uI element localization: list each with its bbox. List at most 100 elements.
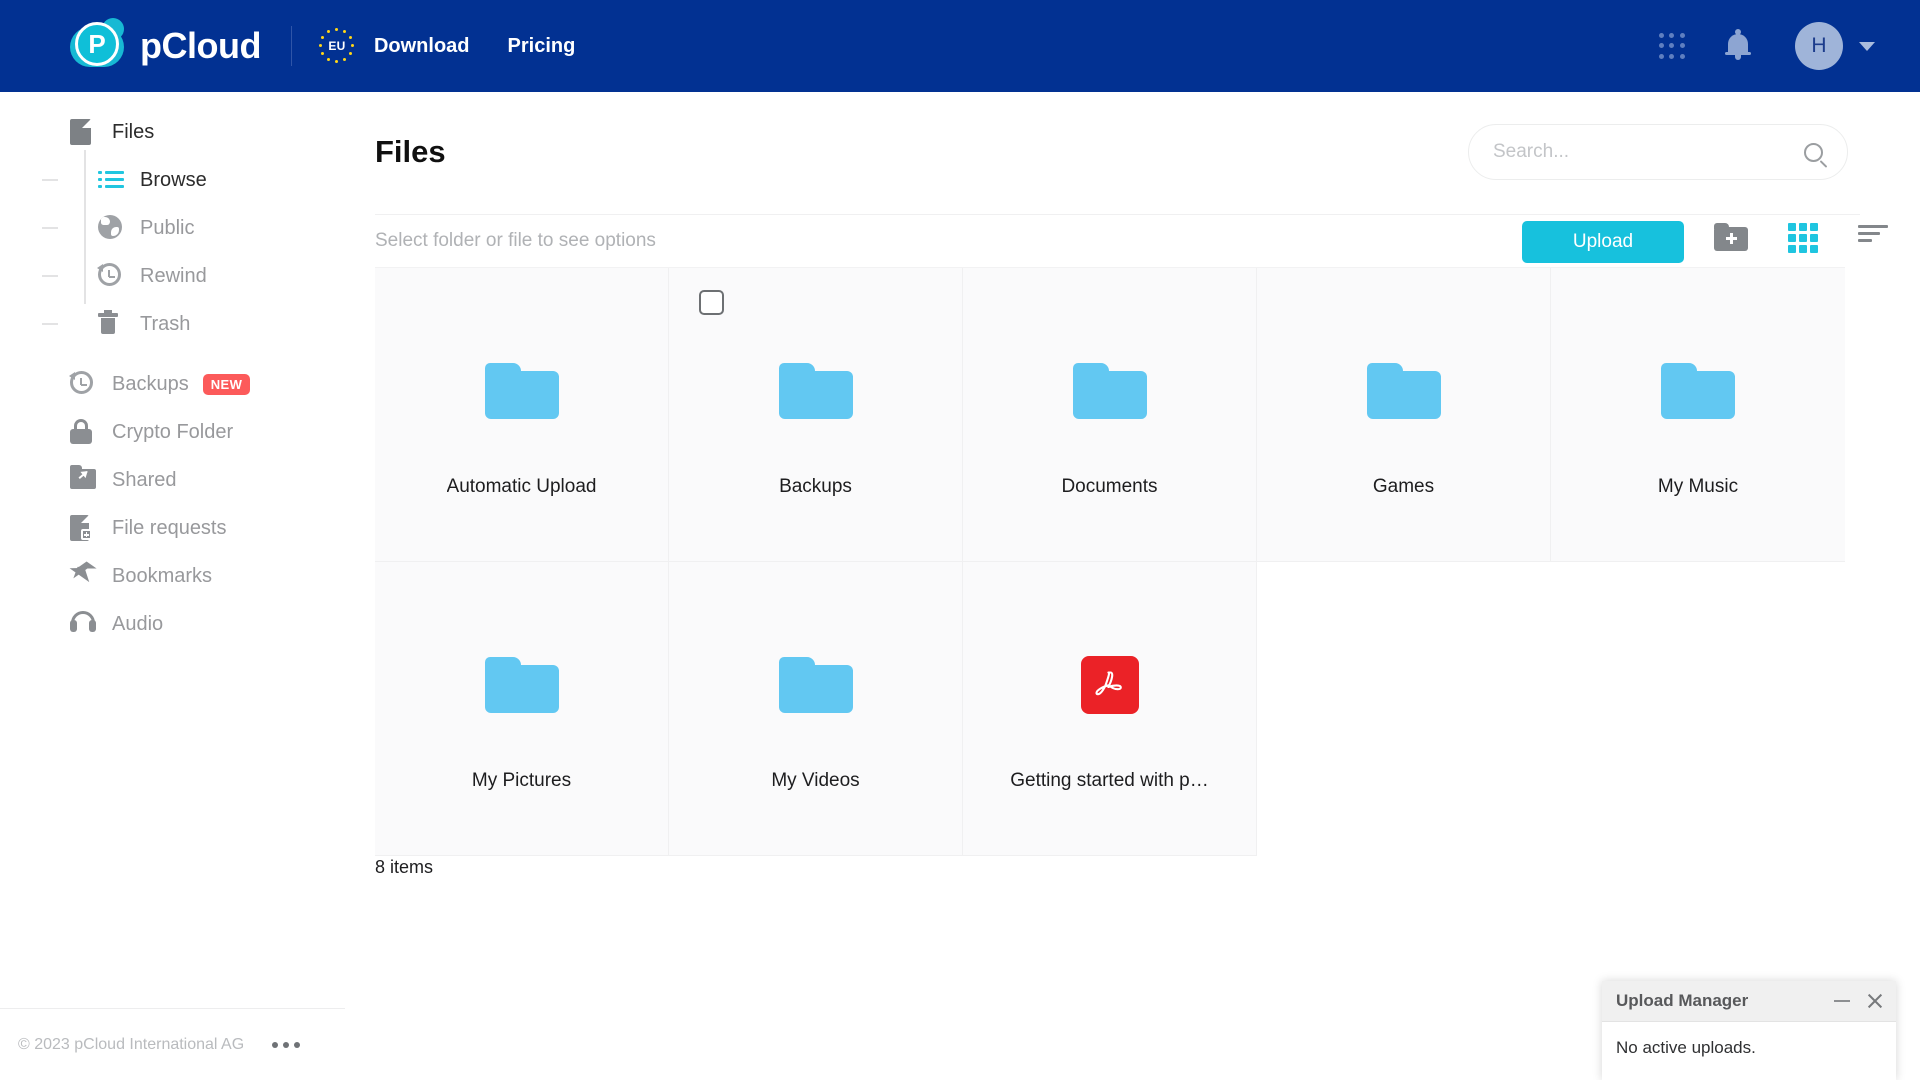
file-tile[interactable]: Documents <box>963 268 1257 562</box>
copyright-text: © 2023 pCloud International AG <box>18 1035 245 1053</box>
new-folder-icon[interactable] <box>1714 223 1748 251</box>
file-tile-label: Backups <box>779 476 852 497</box>
rewind-icon <box>69 371 96 397</box>
sidebar-item-audio[interactable]: Audio <box>0 600 345 648</box>
status-badge-new: NEW <box>202 373 251 395</box>
main-content: Files Select folder or file to see optio… <box>345 92 1920 1080</box>
file-tile-label: Games <box>1372 476 1435 497</box>
file-tile-label: My Pictures <box>471 770 572 791</box>
file-request-icon <box>70 515 96 541</box>
sidebar-item-browse[interactable]: Browse <box>28 156 345 204</box>
file-tile-empty <box>1257 562 1551 856</box>
page-title: Files <box>375 134 446 169</box>
upload-button[interactable]: Upload <box>1522 221 1684 263</box>
file-icon <box>70 119 96 145</box>
sidebar-item-label: Crypto Folder <box>112 420 234 443</box>
headphones-icon <box>70 611 96 637</box>
sidebar-item-label: Shared <box>112 468 177 491</box>
avatar[interactable]: H <box>1795 22 1843 70</box>
close-icon[interactable] <box>1866 992 1884 1010</box>
file-tile[interactable]: Games <box>1257 268 1551 562</box>
file-grid: Automatic Upload Backups Documents Games <box>375 267 1845 856</box>
file-tile-label: Documents <box>1061 476 1158 497</box>
star-icon <box>69 560 96 589</box>
sidebar-main-items: Backups NEW Crypto Folder Shared File re… <box>0 360 345 648</box>
sidebar-item-label: Audio <box>112 612 164 635</box>
file-tile-label: Automatic Upload <box>446 476 597 497</box>
search-box[interactable] <box>1468 124 1848 180</box>
file-tile-empty <box>1551 562 1845 856</box>
upload-manager-title: Upload Manager <box>1616 991 1749 1010</box>
upload-manager-header: Upload Manager <box>1602 981 1896 1022</box>
sidebar-item-public[interactable]: Public <box>28 204 345 252</box>
sidebar-item-label: File requests <box>112 516 227 539</box>
sidebar-item-backups[interactable]: Backups NEW <box>0 360 345 408</box>
file-tile-label: Getting started with p… <box>1010 770 1209 791</box>
sidebar-item-file-requests[interactable]: File requests <box>0 504 345 552</box>
file-tile[interactable]: My Pictures <box>375 562 669 856</box>
sidebar-item-label: Bookmarks <box>112 564 213 587</box>
lock-icon <box>70 419 96 445</box>
file-tile[interactable]: Getting started with p… <box>963 562 1257 856</box>
selection-hint-text: Select folder or file to see options <box>375 230 656 251</box>
sidebar-item-crypto-folder[interactable]: Crypto Folder <box>0 408 345 456</box>
folder-icon <box>778 362 853 420</box>
topbar-actions: H <box>1659 22 1875 70</box>
file-select-checkbox[interactable] <box>699 290 724 315</box>
nav-link-download[interactable]: Download <box>374 35 470 58</box>
upload-manager-status-text: No active uploads. <box>1616 1038 1756 1057</box>
sidebar-item-shared[interactable]: Shared <box>0 456 345 504</box>
folder-icon <box>778 656 853 714</box>
grid-view-icon[interactable] <box>1788 223 1818 253</box>
sidebar-item-label: Backups <box>112 372 189 395</box>
logo-text: pCloud <box>140 25 261 66</box>
minimize-icon[interactable] <box>1834 1000 1850 1002</box>
sidebar-item-label: Trash <box>140 312 191 335</box>
sidebar-item-bookmarks[interactable]: Bookmarks <box>0 552 345 600</box>
search-icon[interactable] <box>1804 142 1823 162</box>
ellipsis-icon[interactable] <box>272 1041 305 1048</box>
sort-icon[interactable] <box>1858 223 1888 247</box>
search-input[interactable] <box>1493 141 1804 163</box>
sidebar-item-label: Browse <box>140 168 207 191</box>
file-tile[interactable]: My Music <box>1551 268 1845 562</box>
sidebar-footer: © 2023 pCloud International AG <box>0 1008 345 1080</box>
grid-apps-icon[interactable] <box>1659 33 1685 59</box>
chevron-down-icon[interactable] <box>1859 41 1875 51</box>
sidebar-item-label: Files <box>112 120 155 143</box>
logo-p-letter: P <box>75 22 119 66</box>
pcloud-logo[interactable]: P pCloud <box>70 18 261 73</box>
pdf-file-icon <box>1080 656 1139 714</box>
toolbar-divider <box>375 214 1860 215</box>
shared-folder-icon <box>70 465 96 493</box>
list-icon <box>98 167 124 193</box>
items-count: 8 items <box>375 857 434 877</box>
trash-icon <box>98 310 124 337</box>
bell-icon[interactable] <box>1725 29 1751 61</box>
sidebar-item-trash[interactable]: Trash <box>28 300 345 348</box>
eu-badge-label: EU <box>328 39 346 53</box>
sidebar-item-rewind[interactable]: Rewind <box>28 252 345 300</box>
globe-icon <box>98 215 124 241</box>
file-tile[interactable]: My Videos <box>669 562 963 856</box>
folder-icon <box>1072 362 1147 420</box>
sidebar-files-subtree: Browse Public Rewind Trash <box>0 150 345 348</box>
folder-icon <box>484 656 559 714</box>
rewind-icon <box>97 263 124 289</box>
folder-icon <box>1366 362 1441 420</box>
top-navigation-bar: P pCloud EU Download Pricing H <box>0 0 1920 92</box>
sidebar-item-files[interactable]: Files <box>0 108 345 156</box>
file-tile-label: My Videos <box>771 770 860 791</box>
upload-manager-panel: Upload Manager No active uploads. <box>1602 981 1896 1080</box>
topbar-divider <box>290 26 292 66</box>
sidebar-item-label: Public <box>140 216 195 239</box>
folder-icon <box>1661 362 1735 420</box>
folder-icon <box>484 362 559 420</box>
sidebar-item-label: Rewind <box>140 264 207 287</box>
nav-link-pricing[interactable]: Pricing <box>508 35 576 58</box>
sidebar: Files Browse Public Rewind Trash Backups… <box>0 92 345 1080</box>
file-tile[interactable]: Automatic Upload <box>375 268 669 562</box>
pcloud-cloud-icon: P <box>70 18 124 73</box>
file-tile[interactable]: Backups <box>669 268 963 562</box>
file-tile-label: My Music <box>1657 476 1739 497</box>
